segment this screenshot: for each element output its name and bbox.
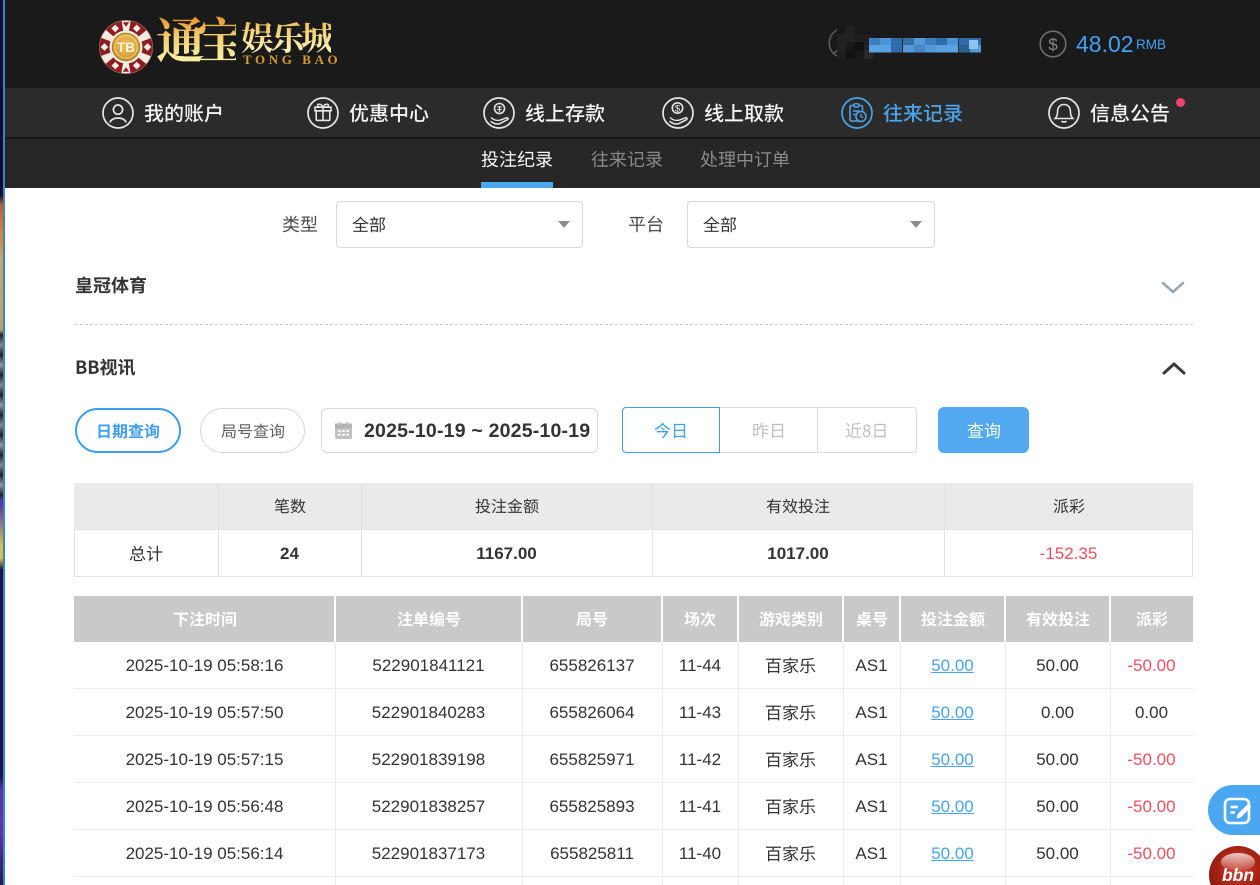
svg-text:bbn: bbn (1222, 865, 1254, 885)
svg-text:$: $ (675, 104, 681, 115)
svg-text:$: $ (1048, 35, 1058, 54)
svg-text:TB: TB (117, 40, 135, 55)
